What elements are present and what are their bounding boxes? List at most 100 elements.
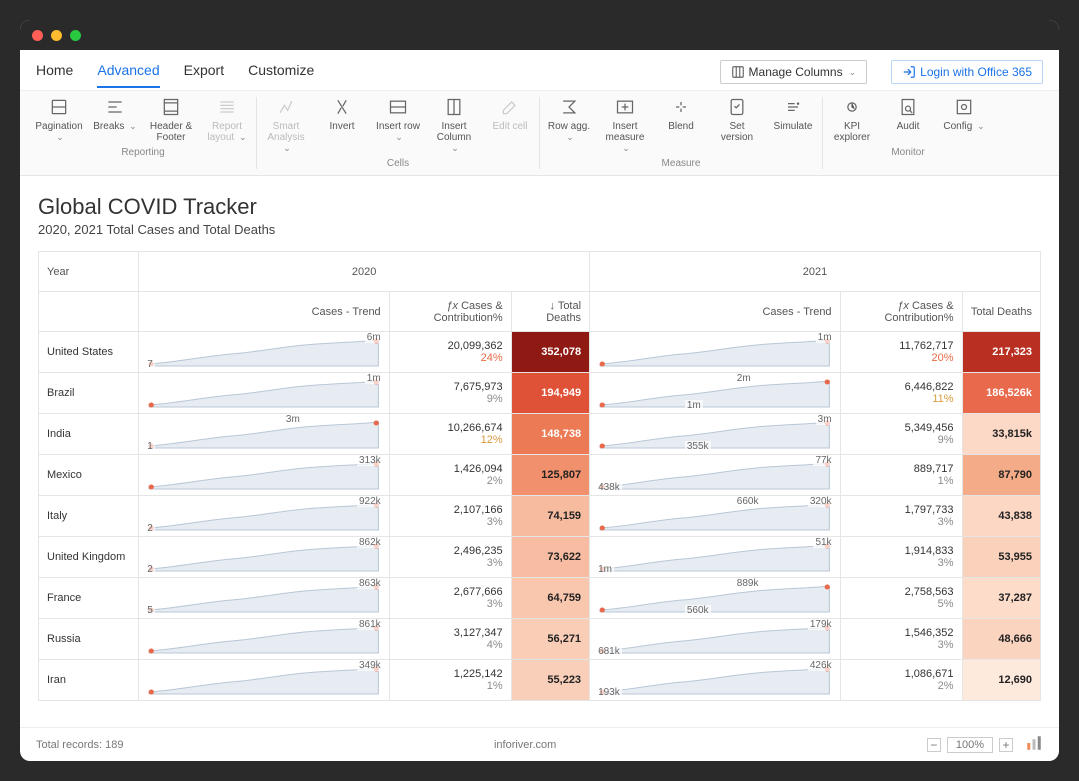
trend-end-label: 861k bbox=[357, 619, 383, 630]
table-row[interactable]: Iran349k1,225,1421%55,223193k426k1,086,6… bbox=[39, 660, 1041, 701]
deaths-cell: 33,815k bbox=[962, 414, 1040, 455]
year-2020-header[interactable]: 2020 bbox=[139, 252, 590, 292]
config-button[interactable]: Config ⌄ bbox=[941, 97, 987, 143]
trend-end-label: 349k bbox=[357, 660, 383, 671]
zoom-control: − 100% + bbox=[927, 737, 1013, 753]
smart-analysis-icon bbox=[276, 97, 296, 117]
zoom-out-button[interactable]: − bbox=[927, 738, 941, 752]
col-trend-2020[interactable]: Cases - Trend bbox=[139, 292, 390, 332]
kpi-explorer-button[interactable]: KPI explorer bbox=[829, 97, 875, 143]
row-country: India bbox=[39, 414, 139, 455]
insert-row-button[interactable]: Insert row ⌄ bbox=[375, 97, 421, 154]
trend-end-label: 77k bbox=[813, 455, 833, 466]
ribbon-group-measure: Row agg. ⌄ Insert measure ⌄Blend Set versi… bbox=[540, 97, 823, 169]
audit-button[interactable]: Audit bbox=[885, 97, 931, 143]
year-2021-header[interactable]: 2021 bbox=[590, 252, 1041, 292]
table-row[interactable]: Italy2922k2,107,1663%74,159660k320k1,797… bbox=[39, 496, 1041, 537]
chevron-down-icon: ⌄ bbox=[849, 67, 857, 78]
trend-start-label: 193k bbox=[596, 687, 622, 698]
trend-sparkline: 2922k bbox=[139, 496, 390, 537]
deaths-cell: 217,323 bbox=[962, 332, 1040, 373]
tab-home[interactable]: Home bbox=[36, 62, 73, 88]
ribbon-label: Insert row ⌄ bbox=[375, 121, 421, 143]
deaths-cell: 87,790 bbox=[962, 455, 1040, 496]
row-agg--button[interactable]: Row agg. ⌄ bbox=[546, 97, 592, 154]
total-records: Total records: 189 bbox=[36, 739, 123, 751]
deaths-cell: 43,838 bbox=[962, 496, 1040, 537]
ribbon-label: Header & Footer bbox=[148, 121, 194, 143]
manage-columns-button[interactable]: Manage Columns ⌄ bbox=[720, 60, 868, 84]
ribbon-label: Row agg. ⌄ bbox=[546, 121, 592, 143]
table-row[interactable]: United Kingdom2862k2,496,2353%73,6221m51… bbox=[39, 537, 1041, 578]
trend-sparkline: 681k 179k bbox=[590, 619, 841, 660]
trend-end-label: 179k bbox=[808, 619, 834, 630]
cases-cell: 1,546,3523% bbox=[840, 619, 962, 660]
maximize-icon[interactable] bbox=[70, 30, 81, 41]
chevron-down-icon: ⌄ bbox=[566, 132, 574, 142]
insert-row-icon bbox=[388, 97, 408, 117]
insert-measure-button[interactable]: Insert measure ⌄ bbox=[602, 97, 648, 154]
cases-cell: 1,225,1421% bbox=[389, 660, 511, 701]
trend-end-label: 313k bbox=[357, 455, 383, 466]
table-row[interactable]: France5863k2,677,6663%64,759560k889k2,75… bbox=[39, 578, 1041, 619]
page-subtitle: 2020, 2021 Total Cases and Total Deaths bbox=[38, 222, 1041, 237]
col-cases-2021[interactable]: ƒx Cases & Contribution% bbox=[840, 292, 962, 332]
trend-mid-label: 889k bbox=[735, 578, 761, 589]
edit-cell-button: Edit cell bbox=[487, 97, 533, 154]
row-country: Russia bbox=[39, 619, 139, 660]
insert-column-button[interactable]: Insert Column ⌄ bbox=[431, 97, 477, 154]
ribbon-label: Pagination ⌄ bbox=[35, 121, 82, 143]
table-row[interactable]: United States76m20,099,36224%352,0781m11… bbox=[39, 332, 1041, 373]
kpi-explorer-icon bbox=[842, 97, 862, 117]
chevron-down-icon: ⌄ bbox=[129, 121, 137, 131]
trend-start-label: 681k bbox=[596, 646, 622, 657]
login-button[interactable]: Login with Office 365 bbox=[891, 60, 1043, 84]
pagination-button[interactable]: Pagination ⌄ bbox=[36, 97, 82, 143]
deaths-cell: 74,159 bbox=[511, 496, 589, 537]
ribbon-group-cells: Smart Analysis ⌄InvertInsert row ⌄Insert… bbox=[257, 97, 540, 169]
header-footer-button[interactable]: Header & Footer bbox=[148, 97, 194, 143]
table-row[interactable]: Mexico313k1,426,0942%125,807438k77k889,7… bbox=[39, 455, 1041, 496]
app-window: Home Advanced Export Customize Manage Colum… bbox=[20, 20, 1059, 761]
trend-end-label: 862k bbox=[357, 537, 383, 548]
ribbon-group-monitor: KPI explorerAuditConfig ⌄Monitor bbox=[823, 97, 993, 169]
minimize-icon[interactable] bbox=[51, 30, 62, 41]
simulate-button[interactable]: Simulate bbox=[770, 97, 816, 154]
cases-cell: 889,7171% bbox=[840, 455, 962, 496]
close-icon[interactable] bbox=[32, 30, 43, 41]
col-deaths-2020[interactable]: ↓ Total Deaths bbox=[511, 292, 589, 332]
trend-sparkline: 313k bbox=[139, 455, 390, 496]
trend-sparkline: 76m bbox=[139, 332, 390, 373]
ribbon-label: KPI explorer bbox=[829, 121, 875, 143]
deaths-cell: 194,949 bbox=[511, 373, 589, 414]
invert-button[interactable]: Invert bbox=[319, 97, 365, 154]
col-deaths-2021[interactable]: Total Deaths bbox=[962, 292, 1040, 332]
config-icon bbox=[954, 97, 974, 117]
deaths-cell: 55,223 bbox=[511, 660, 589, 701]
table-row[interactable]: India13m10,266,67412%148,738355k3m5,349,… bbox=[39, 414, 1041, 455]
trend-sparkline: 355k3m bbox=[590, 414, 841, 455]
tab-advanced[interactable]: Advanced bbox=[97, 62, 159, 88]
trend-end-label: 922k bbox=[357, 496, 383, 507]
col-blank bbox=[39, 292, 139, 332]
trend-mid-label: 3m bbox=[284, 414, 302, 425]
col-trend-2021[interactable]: Cases - Trend bbox=[590, 292, 841, 332]
row-country: United States bbox=[39, 332, 139, 373]
zoom-in-button[interactable]: + bbox=[999, 738, 1013, 752]
tab-export[interactable]: Export bbox=[184, 62, 224, 88]
tab-customize[interactable]: Customize bbox=[248, 62, 314, 88]
cases-cell: 2,677,6663% bbox=[389, 578, 511, 619]
cases-cell: 2,107,1663% bbox=[389, 496, 511, 537]
ribbon-label: Set version bbox=[714, 121, 760, 143]
ribbon-label: Audit bbox=[897, 121, 920, 132]
trend-mid-label: 1m bbox=[685, 400, 703, 411]
ribbon-label: Edit cell bbox=[492, 121, 527, 132]
breaks-button[interactable]: Breaks ⌄ bbox=[92, 97, 138, 143]
col-cases-2020[interactable]: ƒx Cases & Contribution% bbox=[389, 292, 511, 332]
table-row[interactable]: Brazil1m7,675,9739%194,9491m2m6,446,8221… bbox=[39, 373, 1041, 414]
table-row[interactable]: Russia861k3,127,3474%56,271681k179k1,546… bbox=[39, 619, 1041, 660]
login-icon bbox=[902, 65, 916, 79]
blend-button[interactable]: Blend bbox=[658, 97, 704, 154]
set-version-button[interactable]: Set version bbox=[714, 97, 760, 154]
year-header: Year bbox=[39, 252, 139, 292]
